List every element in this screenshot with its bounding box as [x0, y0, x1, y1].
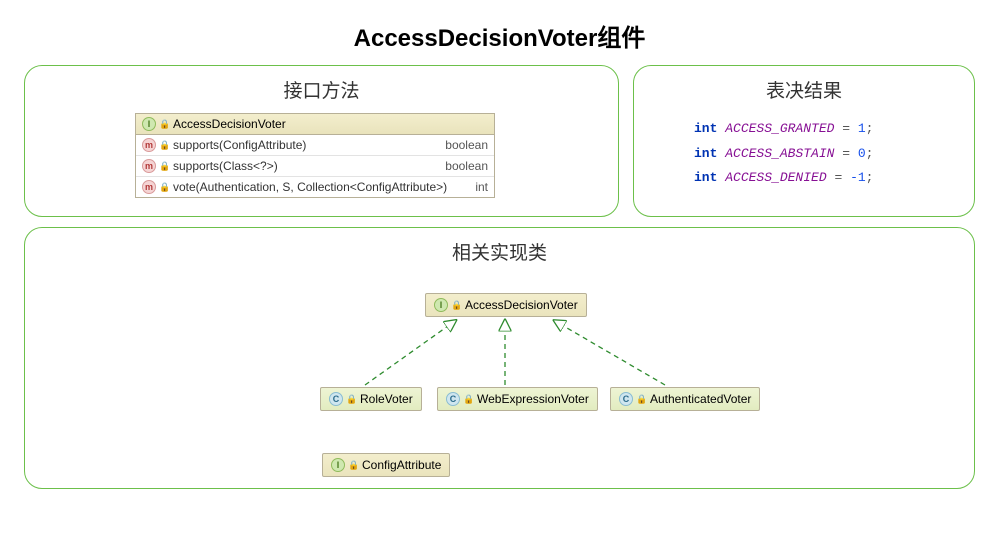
keyword: int [694, 170, 717, 185]
method-icon: m [142, 180, 156, 194]
method-return: int [475, 180, 488, 194]
keyword: int [694, 121, 717, 136]
uml-name: RoleVoter [360, 392, 413, 406]
class-icon: C [329, 392, 343, 406]
api-table: I 🔒 AccessDecisionVoter m 🔒 supports(Con… [135, 113, 495, 198]
lock-icon: 🔒 [346, 394, 356, 404]
method-return: boolean [445, 138, 488, 152]
impl-panel-title: 相关实现类 [25, 238, 974, 265]
lock-icon: 🔒 [159, 140, 169, 150]
interface-panel: 接口方法 I 🔒 AccessDecisionVoter m 🔒 support… [24, 65, 619, 217]
method-name: supports(ConfigAttribute) [173, 138, 306, 152]
method-icon: m [142, 138, 156, 152]
const-name: ACCESS_DENIED [725, 170, 826, 185]
lock-icon: 🔒 [159, 161, 169, 171]
const-name: ACCESS_GRANTED [725, 121, 834, 136]
method-name: supports(Class<?>) [173, 159, 278, 173]
lock-icon: 🔒 [159, 119, 169, 129]
uml-name: AuthenticatedVoter [650, 392, 751, 406]
api-method-row: m 🔒 vote(Authentication, S, Collection<C… [136, 177, 494, 197]
interface-icon: I [434, 298, 448, 312]
const-name: ACCESS_ABSTAIN [725, 146, 834, 161]
page-title: AccessDecisionVoter组件 [0, 0, 999, 65]
results-panel: 表决结果 int ACCESS_GRANTED = 1; int ACCESS_… [633, 65, 975, 217]
const-value: 1 [858, 121, 866, 136]
api-method-row: m 🔒 supports(Class<?>) boolean [136, 156, 494, 177]
uml-class-impl: C 🔒 WebExpressionVoter [437, 387, 598, 411]
method-return: boolean [445, 159, 488, 173]
interface-icon: I [331, 458, 345, 472]
constant-line: int ACCESS_ABSTAIN = 0; [694, 142, 974, 167]
top-panels: 接口方法 I 🔒 AccessDecisionVoter m 🔒 support… [0, 65, 999, 217]
uml-name: AccessDecisionVoter [465, 298, 578, 312]
class-icon: C [446, 392, 460, 406]
class-diagram: I 🔒 AccessDecisionVoter C 🔒 RoleVoter C … [25, 275, 974, 485]
interface-panel-title: 接口方法 [25, 76, 618, 103]
lock-icon: 🔒 [348, 460, 358, 470]
lock-icon: 🔒 [451, 300, 461, 310]
uml-class-impl: C 🔒 RoleVoter [320, 387, 422, 411]
class-icon: C [619, 392, 633, 406]
uml-interface-parent: I 🔒 AccessDecisionVoter [425, 293, 587, 317]
uml-interface-extra: I 🔒 ConfigAttribute [322, 453, 450, 477]
results-panel-title: 表决结果 [634, 76, 974, 103]
constant-line: int ACCESS_GRANTED = 1; [694, 117, 974, 142]
uml-name: ConfigAttribute [362, 458, 441, 472]
lock-icon: 🔒 [463, 394, 473, 404]
api-table-header: I 🔒 AccessDecisionVoter [136, 114, 494, 135]
uml-name: WebExpressionVoter [477, 392, 589, 406]
api-method-row: m 🔒 supports(ConfigAttribute) boolean [136, 135, 494, 156]
impl-panel: 相关实现类 I 🔒 AccessDecisionVoter C 🔒 RoleVo… [24, 227, 975, 489]
constant-line: int ACCESS_DENIED = -1; [694, 166, 974, 191]
lock-icon: 🔒 [636, 394, 646, 404]
constants-block: int ACCESS_GRANTED = 1; int ACCESS_ABSTA… [694, 117, 974, 191]
method-icon: m [142, 159, 156, 173]
method-name: vote(Authentication, S, Collection<Confi… [173, 180, 447, 194]
lock-icon: 🔒 [159, 182, 169, 192]
const-value: 0 [858, 146, 866, 161]
keyword: int [694, 146, 717, 161]
const-value: -1 [850, 170, 866, 185]
api-header-name: AccessDecisionVoter [173, 117, 286, 131]
uml-class-impl: C 🔒 AuthenticatedVoter [610, 387, 760, 411]
interface-icon: I [142, 117, 156, 131]
